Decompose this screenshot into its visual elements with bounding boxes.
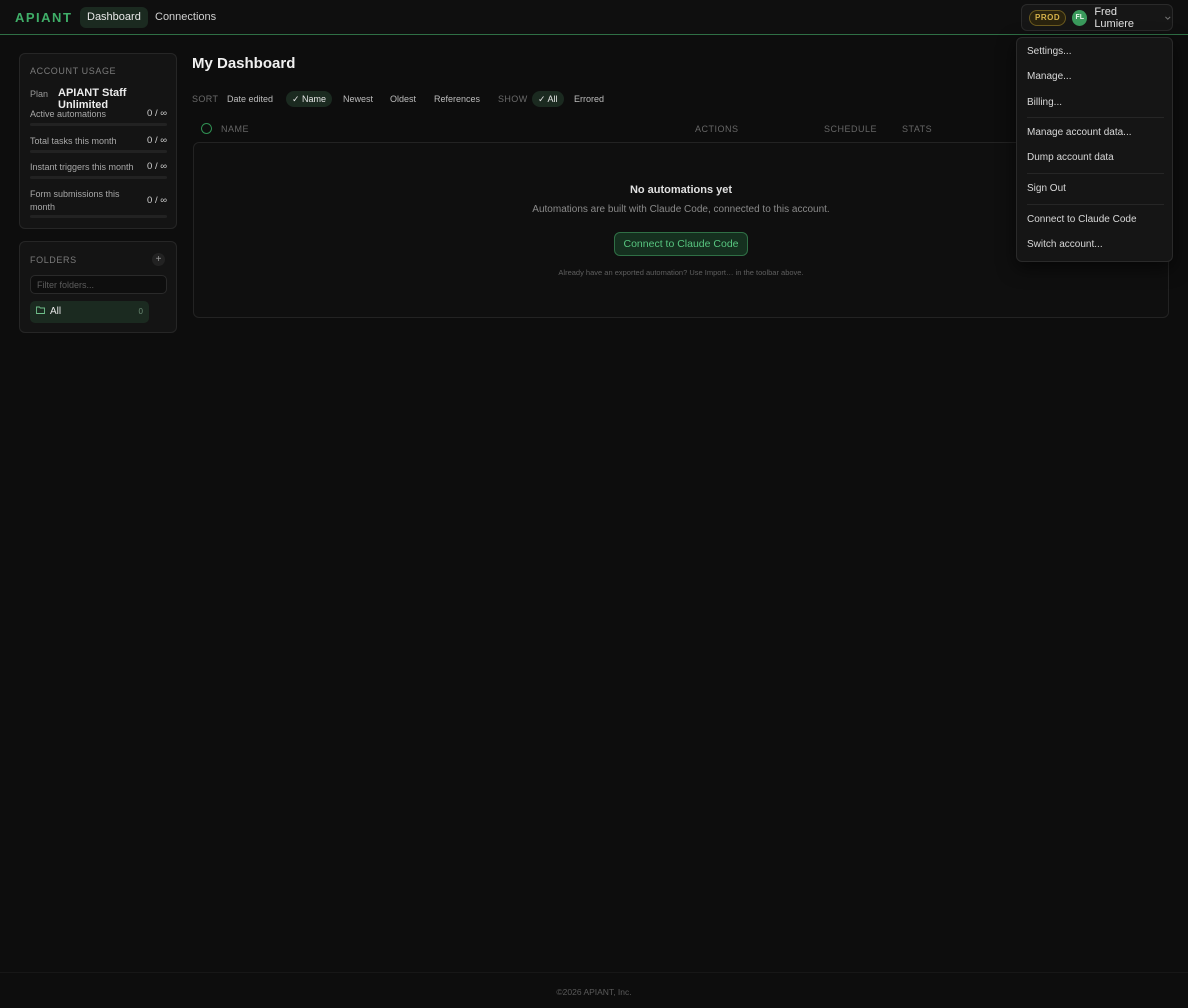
menu-item-connect-claude-code[interactable]: Connect to Claude Code [1017, 210, 1172, 230]
usage-bar [30, 150, 167, 153]
user-dropdown-menu: Settings... Manage... Billing... Manage … [1016, 37, 1173, 262]
sort-label: SORT [192, 94, 219, 104]
add-folder-button[interactable]: + [152, 253, 165, 266]
usage-value: 0 / ∞ [147, 161, 167, 172]
footer-copyright: ©2026 APIANT, Inc. [556, 987, 632, 997]
column-actions: ACTIONS [695, 124, 739, 134]
show-all[interactable]: ✓ All [532, 91, 564, 107]
usage-row-instant-triggers: Instant triggers this month 0 / ∞ [30, 161, 167, 181]
empty-state-hint: Already have an exported automation? Use… [558, 268, 804, 277]
usage-bar [30, 215, 167, 218]
menu-item-billing[interactable]: Billing... [1017, 93, 1172, 113]
column-stats: STATS [902, 124, 933, 134]
footer-divider [0, 972, 1188, 973]
usage-value: 0 / ∞ [147, 135, 167, 146]
menu-item-dump-account-data[interactable]: Dump account data [1017, 148, 1172, 168]
usage-label: Active automations [30, 109, 107, 119]
sort-oldest[interactable]: Oldest [384, 91, 422, 107]
tab-connections[interactable]: Connections [148, 7, 223, 28]
user-menu-button[interactable]: PROD FL Fred Lumiere [1021, 4, 1173, 31]
chevron-down-icon [1165, 16, 1171, 20]
menu-item-manage-account-data[interactable]: Manage account data... [1017, 123, 1172, 143]
top-bar: APIANT Dashboard Connections PROD FL Fre… [0, 0, 1188, 35]
folders-card: FOLDERS + All 0 [19, 241, 177, 333]
folder-icon [36, 306, 45, 314]
usage-value: 0 / ∞ [147, 195, 167, 206]
menu-divider [1027, 204, 1164, 205]
menu-divider [1027, 117, 1164, 118]
usage-bar [30, 176, 167, 179]
usage-bar [30, 123, 167, 126]
show-label: SHOW [498, 94, 528, 104]
menu-item-switch-account[interactable]: Switch account... [1017, 235, 1172, 255]
show-errored[interactable]: Errored [568, 91, 610, 107]
account-usage-title: ACCOUNT USAGE [30, 66, 117, 76]
usage-label: Instant triggers this month [30, 162, 134, 172]
user-name: Fred Lumiere [1094, 5, 1135, 30]
usage-row-active-automations: Active automations 0 / ∞ [30, 108, 167, 128]
avatar: FL [1072, 9, 1088, 26]
account-usage-card: ACCOUNT USAGE Plan APIANT Staff Unlimite… [19, 53, 177, 229]
plan-label: Plan [30, 89, 49, 99]
filter-folders-input[interactable] [30, 275, 167, 294]
connect-claude-code-button[interactable]: Connect to Claude Code [614, 232, 748, 256]
folder-item-all[interactable]: All 0 [30, 301, 149, 323]
usage-row-total-tasks: Total tasks this month 0 / ∞ [30, 135, 167, 155]
menu-divider [1027, 173, 1164, 174]
usage-label: Form submissions this month [30, 189, 120, 212]
tab-dashboard[interactable]: Dashboard [80, 7, 148, 28]
env-badge: PROD [1029, 9, 1067, 26]
column-name[interactable]: NAME [221, 124, 249, 134]
sort-date-edited[interactable]: Date edited [221, 91, 279, 107]
column-schedule: SCHEDULE [824, 124, 878, 134]
folder-label: All [50, 306, 62, 317]
usage-value: 0 / ∞ [147, 108, 167, 119]
sort-name[interactable]: ✓ Name [286, 91, 333, 107]
page-title: My Dashboard [192, 55, 296, 72]
menu-item-manage[interactable]: Manage... [1017, 67, 1172, 87]
folders-title: FOLDERS [30, 255, 77, 265]
usage-label: Total tasks this month [30, 136, 117, 146]
usage-row-form-submissions: Form submissions this month 0 / ∞ [30, 188, 167, 220]
sort-newest[interactable]: Newest [337, 91, 379, 107]
folder-count: 0 [138, 307, 143, 316]
sort-references[interactable]: References [428, 91, 486, 107]
app-logo[interactable]: APIANT [15, 10, 72, 25]
menu-item-sign-out[interactable]: Sign Out [1017, 179, 1172, 199]
menu-item-settings[interactable]: Settings... [1017, 42, 1172, 62]
select-all-checkbox[interactable] [201, 123, 212, 134]
